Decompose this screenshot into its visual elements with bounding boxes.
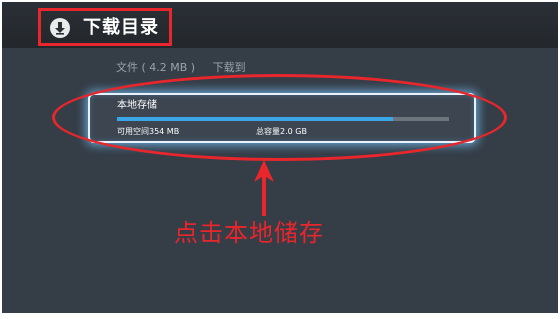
file-size-label: 文件 ( 4.2 MB )	[116, 61, 196, 74]
download-icon[interactable]	[50, 18, 70, 38]
storage-usage-bar	[117, 117, 449, 121]
local-storage-option[interactable]: 本地存储 可用空间354 MB 总容量2.0 GB	[88, 93, 476, 143]
title-highlight-box: 下载目录	[38, 8, 172, 46]
free-space-label: 可用空间354 MB	[117, 127, 180, 136]
title-bar: 下载目录	[2, 2, 558, 48]
download-info: 文件 ( 4.2 MB ) 下载到	[116, 61, 260, 75]
download-to-label: 下载到	[212, 61, 246, 74]
storage-title: 本地存储	[117, 100, 157, 111]
storage-usage-fill	[117, 117, 393, 121]
page-title: 下载目录	[83, 17, 159, 38]
app-screen: 下载目录 文件 ( 4.2 MB ) 下载到 本地存储 可用空间354 MB 总…	[2, 2, 558, 313]
instruction-text: 点击本地储存	[174, 219, 324, 247]
up-arrow-icon	[254, 160, 274, 216]
total-capacity-label: 总容量2.0 GB	[256, 127, 307, 136]
